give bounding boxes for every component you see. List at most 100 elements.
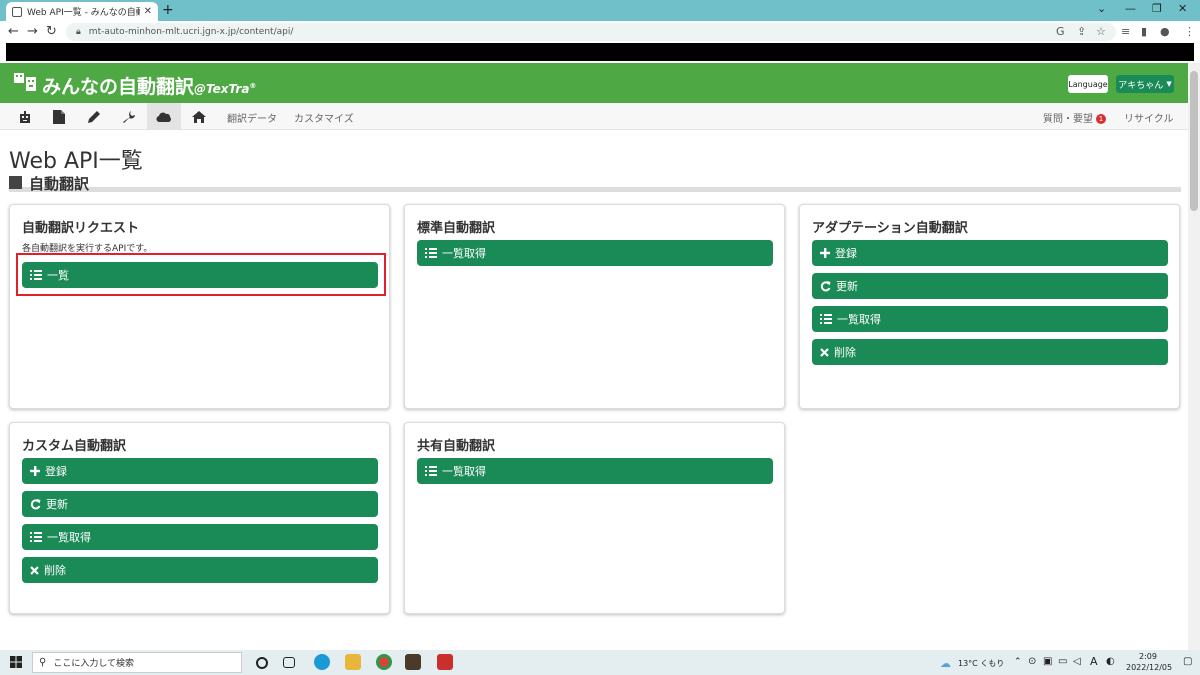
back-icon[interactable]: ← (8, 24, 19, 39)
site-header: みんなの自動翻訳@TexTra® Language アキちゃん ▼ (0, 63, 1188, 103)
card-title: アダプテーション自動翻訳 (812, 221, 968, 236)
refresh-icon (30, 498, 41, 509)
profile-avatar-icon[interactable]: ● (1160, 25, 1170, 38)
adaptation-list-button[interactable]: 一覧取得 (812, 306, 1168, 332)
tray-capture-icon[interactable]: ▣ (1043, 656, 1052, 667)
ime-mode-indicator[interactable]: A (1090, 655, 1098, 668)
robot-icon (20, 110, 30, 123)
button-label: 一覧取得 (47, 531, 91, 544)
browser-menu-icon[interactable]: ⋮ (1184, 25, 1195, 38)
taskbar-app-icon[interactable] (405, 654, 421, 670)
nav-edit[interactable] (77, 103, 111, 130)
home-icon (192, 110, 206, 123)
close-x-icon (820, 347, 829, 357)
tray-chevron-icon[interactable]: ⌃ (1014, 657, 1022, 667)
page-scrollbar[interactable] (1188, 63, 1200, 650)
reload-icon[interactable]: ↻ (46, 24, 57, 39)
address-url: mt-auto-minhon-mlt.ucri.jgn-x.jp/content… (88, 27, 294, 37)
list-icon (425, 466, 437, 476)
windows-start-icon[interactable] (10, 656, 22, 668)
chrome-icon[interactable] (376, 654, 392, 670)
button-label: 登録 (835, 247, 857, 260)
window-close-icon[interactable]: ✕ (1178, 2, 1187, 15)
clock-date[interactable]: 2022/12/05 (1126, 663, 1172, 672)
plus-icon (30, 466, 40, 476)
nav-link-customize[interactable]: カスタマイズ (294, 110, 354, 125)
new-tab-icon[interactable]: + (162, 2, 174, 18)
language-button[interactable]: Language (1068, 75, 1108, 93)
search-icon: ⚲ (39, 657, 47, 668)
nav-document[interactable] (42, 103, 76, 130)
card-standard-translation: 標準自動翻訳 一覧取得 (404, 204, 785, 409)
notification-icon[interactable]: ▢ (1183, 656, 1192, 667)
section-square-icon (9, 176, 22, 189)
tray-app-icon[interactable]: ⊙ (1028, 656, 1036, 667)
browser-tab[interactable]: Web API一覧 - みんなの自動翻訳@TexTra ✕ (6, 2, 158, 21)
cortana-icon[interactable] (256, 657, 268, 669)
close-tab-icon[interactable]: ✕ (144, 6, 152, 17)
nav-translate-robot[interactable] (8, 103, 42, 130)
angular-app-icon[interactable] (437, 654, 453, 670)
card-title: 自動翻訳リクエスト (22, 221, 140, 236)
speaker-icon[interactable]: ◁ (1073, 656, 1081, 667)
standard-list-button[interactable]: 一覧取得 (417, 240, 773, 266)
share-icon[interactable]: ⇪ (1077, 25, 1086, 38)
tab-search-icon[interactable]: ⌄ (1097, 2, 1106, 15)
scrollbar-thumb[interactable] (1190, 71, 1198, 211)
bookmark-star-icon[interactable]: ☆ (1096, 25, 1106, 38)
windows-taskbar: ⚲ ここに入力して検索 ☁ 13°C くもり ⌃ ⊙ ▣ ▭ ◁ A ◐ 2:0… (0, 650, 1200, 675)
user-name: アキちゃん (1118, 80, 1164, 91)
google-icon[interactable]: G (1056, 25, 1065, 38)
network-icon[interactable]: ▭ (1058, 656, 1067, 667)
user-menu-button[interactable]: アキちゃん ▼ (1116, 75, 1174, 93)
shared-list-button[interactable]: 一覧取得 (417, 458, 773, 484)
custom-register-button[interactable]: 登録 (22, 458, 378, 484)
highlight-box (16, 253, 386, 296)
side-panel-icon[interactable]: ▮ (1141, 25, 1147, 38)
wrench-icon (123, 110, 135, 123)
address-bar[interactable]: 🔒︎ mt-auto-minhon-mlt.ucri.jgn-x.jp/cont… (66, 23, 1116, 41)
browser-tab-title: Web API一覧 - みんなの自動翻訳@TexTra (27, 8, 140, 18)
nav-link-recycle[interactable]: リサイクル (1124, 110, 1174, 125)
maximize-icon[interactable]: ❐ (1152, 2, 1162, 15)
card-title: 共有自動翻訳 (417, 439, 496, 454)
adaptation-update-button[interactable]: 更新 (812, 273, 1168, 299)
card-custom-translation: カスタム自動翻訳 登録 更新 一覧取得 削除 (9, 422, 390, 614)
reading-list-icon[interactable]: ≡ (1121, 25, 1130, 38)
minimize-icon[interactable]: — (1125, 2, 1136, 15)
adaptation-delete-button[interactable]: 削除 (812, 339, 1168, 365)
button-label: 削除 (834, 346, 856, 359)
ime-icon[interactable]: ◐ (1106, 656, 1115, 667)
nav-link-requests[interactable]: 質問・要望 1 (1043, 110, 1106, 125)
nav-link-translation-data[interactable]: 翻訳データ (227, 110, 277, 125)
list-icon (820, 314, 832, 324)
custom-delete-button[interactable]: 削除 (22, 557, 378, 583)
adaptation-register-button[interactable]: 登録 (812, 240, 1168, 266)
logo-main: みんなの自動翻訳 (42, 76, 195, 98)
forward-icon[interactable]: → (27, 24, 38, 39)
clock-time[interactable]: 2:09 (1139, 652, 1157, 661)
page-title: Web API一覧 (9, 149, 143, 174)
bookmarks-bar (6, 43, 1194, 61)
logo-sub: @TexTra (194, 82, 250, 96)
card-shared-translation: 共有自動翻訳 一覧取得 (404, 422, 785, 614)
card-title: 標準自動翻訳 (417, 221, 496, 236)
refresh-icon (820, 280, 831, 291)
taskbar-search-box[interactable]: ⚲ ここに入力して検索 (32, 652, 242, 673)
card-translation-request: 自動翻訳リクエスト 各自動翻訳を実行するAPIです。 一覧 (9, 204, 390, 409)
edge-icon[interactable] (314, 654, 330, 670)
nav-cloud-api[interactable] (147, 103, 181, 130)
weather-text[interactable]: 13°C くもり (958, 658, 1004, 669)
nav-home[interactable] (182, 103, 216, 130)
weather-cloud-icon: ☁ (940, 657, 951, 670)
robot-logo-icon (14, 73, 36, 91)
card-adaptation-translation: アダプテーション自動翻訳 登録 更新 一覧取得 削除 (799, 204, 1180, 409)
site-logo[interactable]: みんなの自動翻訳@TexTra® (42, 72, 256, 99)
custom-list-button[interactable]: 一覧取得 (22, 524, 378, 550)
list-icon (30, 532, 42, 542)
task-view-icon[interactable] (283, 657, 295, 668)
custom-update-button[interactable]: 更新 (22, 491, 378, 517)
nav-tools[interactable] (112, 103, 146, 130)
file-explorer-icon[interactable] (345, 654, 361, 670)
requests-badge: 1 (1096, 114, 1106, 124)
